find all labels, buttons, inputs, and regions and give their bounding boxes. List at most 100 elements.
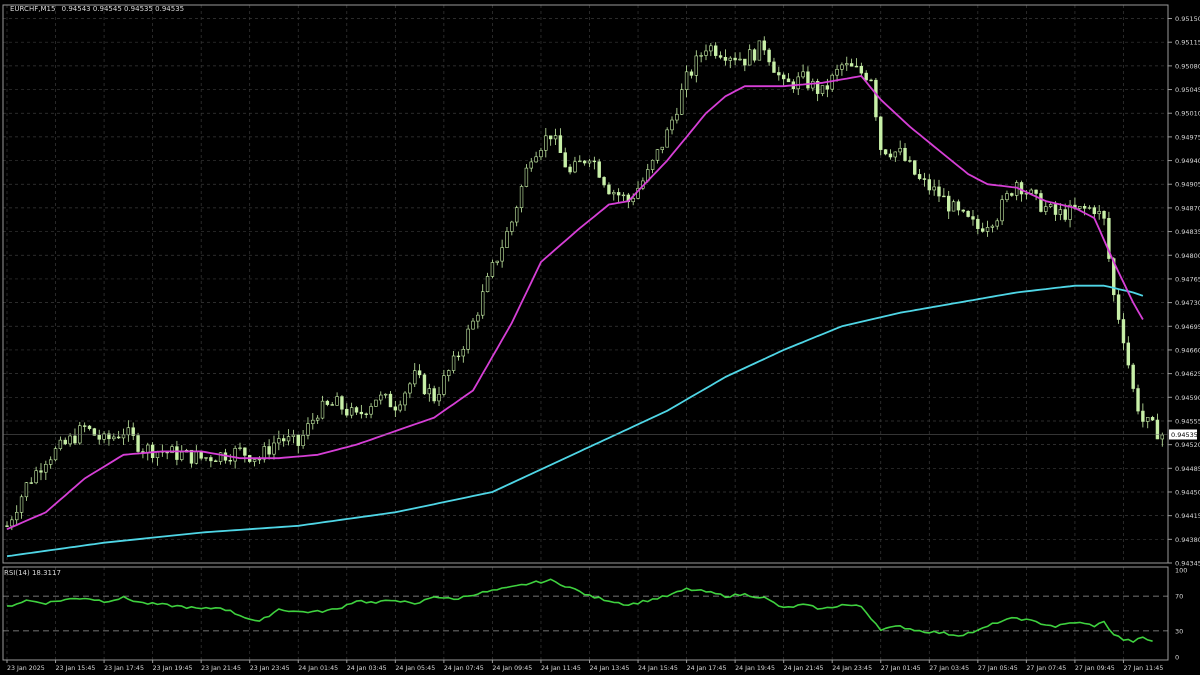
candle-bear xyxy=(597,161,601,178)
candle-bear xyxy=(937,186,941,197)
candle-bear xyxy=(136,435,140,452)
candle-bear xyxy=(1082,206,1087,209)
time-tick-label: 27 Jan 09:45 xyxy=(1075,665,1115,672)
candle-bull xyxy=(1058,209,1063,215)
candle-bull xyxy=(898,147,902,153)
candle-bull xyxy=(990,225,995,228)
price-tick-label: 0.94835 xyxy=(1175,228,1200,236)
candle-bull xyxy=(738,58,742,61)
time-tick-label: 24 Jan 23:45 xyxy=(832,665,872,672)
candle-bear xyxy=(364,413,368,415)
candle-bull xyxy=(398,404,402,411)
candle-bull xyxy=(471,320,475,330)
candle-bull xyxy=(369,406,373,415)
candle-bear xyxy=(345,408,349,416)
candle-bull xyxy=(277,438,281,444)
candle-bull xyxy=(403,392,407,406)
candle-bear xyxy=(772,61,776,73)
candle-bull xyxy=(413,370,417,385)
candle-bear xyxy=(87,425,92,429)
candle-bear xyxy=(340,396,344,410)
candle-bull xyxy=(684,71,689,90)
price-tick-label: 0.95045 xyxy=(1175,86,1200,94)
candle-bear xyxy=(39,470,43,473)
candle-bull xyxy=(500,247,504,262)
candle-bear xyxy=(947,195,951,212)
candle-bear xyxy=(1063,209,1067,220)
candle-bull xyxy=(1048,204,1053,207)
candle-bear xyxy=(1116,294,1121,320)
candle-bear xyxy=(1102,210,1106,219)
candle-bull xyxy=(272,442,276,455)
candle-bull xyxy=(694,55,698,76)
candle-bear xyxy=(903,147,907,161)
price-tick-label: 0.94625 xyxy=(1175,370,1200,378)
candle-bull xyxy=(985,227,990,232)
candle-bear xyxy=(762,40,766,51)
candle-bull xyxy=(442,375,446,395)
candle-bull xyxy=(951,201,956,212)
candle-bull xyxy=(612,192,616,195)
candle-bear xyxy=(1039,193,1043,212)
candle-bull xyxy=(747,49,752,66)
candle-bull xyxy=(476,314,480,322)
candle-bear xyxy=(1150,417,1155,421)
candle-bear xyxy=(602,177,606,186)
candle-bull xyxy=(544,135,548,151)
candle-bull xyxy=(1044,206,1048,212)
candle-bull xyxy=(704,50,708,56)
candle-bear xyxy=(568,166,572,173)
candle-bear xyxy=(432,388,436,402)
candle-bull xyxy=(126,427,131,436)
candle-bull xyxy=(257,458,262,461)
candle-bull xyxy=(461,348,465,357)
price-tick-label: 0.94975 xyxy=(1175,133,1200,141)
time-tick-label: 23 Jan 2025 xyxy=(7,665,45,672)
price-tick-label: 0.94590 xyxy=(1175,394,1200,402)
candle-bear xyxy=(281,438,286,442)
candle-bear xyxy=(883,149,888,155)
candle-bear xyxy=(417,370,422,376)
candle-bull xyxy=(262,446,266,460)
candle-bear xyxy=(267,446,271,455)
candle-bear xyxy=(29,482,33,484)
price-tick-label: 0.94730 xyxy=(1175,299,1200,307)
candle-bull xyxy=(68,435,72,445)
candle-bear xyxy=(980,228,985,232)
trading-chart[interactable]: 0.95150 0.95115 0.95080 0.95045 0.95010 0.949… xyxy=(0,0,1200,675)
candle-bull xyxy=(194,451,199,464)
rsi-tick-label: 30 xyxy=(1175,627,1183,635)
candle-bear xyxy=(927,179,931,191)
candle-bull xyxy=(811,81,815,89)
candle-bull xyxy=(655,149,660,161)
candle-bull xyxy=(10,519,14,527)
candle-bull xyxy=(286,436,291,442)
rsi-tick-label: 100 xyxy=(1175,567,1187,575)
time-tick-label: 24 Jan 19:45 xyxy=(735,665,775,672)
rsi-title: RSI(14) 18.3117 xyxy=(4,569,61,577)
time-tick-label: 24 Jan 05:45 xyxy=(395,665,435,672)
candle-bear xyxy=(359,411,364,415)
price-tick-label: 0.94695 xyxy=(1175,323,1200,331)
symbol-label: EURCHF,M15 0.94543 0.94545 0.94535 0.945… xyxy=(10,5,184,13)
candle-bear xyxy=(689,71,694,76)
candle-bull xyxy=(15,512,19,521)
candle-bear xyxy=(971,216,975,220)
candle-bull xyxy=(840,64,844,70)
candle-bull xyxy=(835,69,839,76)
candle-bear xyxy=(966,210,970,217)
price-tick-label: 0.95010 xyxy=(1175,110,1200,118)
candle-bear xyxy=(1092,207,1097,215)
candle-bull xyxy=(519,186,524,208)
price-tick-label: 0.94380 xyxy=(1175,536,1200,544)
candle-bear xyxy=(781,74,786,80)
candle-bear xyxy=(922,178,927,180)
candle-bear xyxy=(825,85,830,90)
candle-bear xyxy=(942,195,946,198)
candle-bear xyxy=(209,457,213,462)
rsi-tick-label: 0 xyxy=(1175,654,1179,662)
candle-bear xyxy=(718,55,723,58)
candle-bull xyxy=(204,457,208,459)
candle-bull xyxy=(510,221,514,232)
candle-bull xyxy=(660,146,665,150)
